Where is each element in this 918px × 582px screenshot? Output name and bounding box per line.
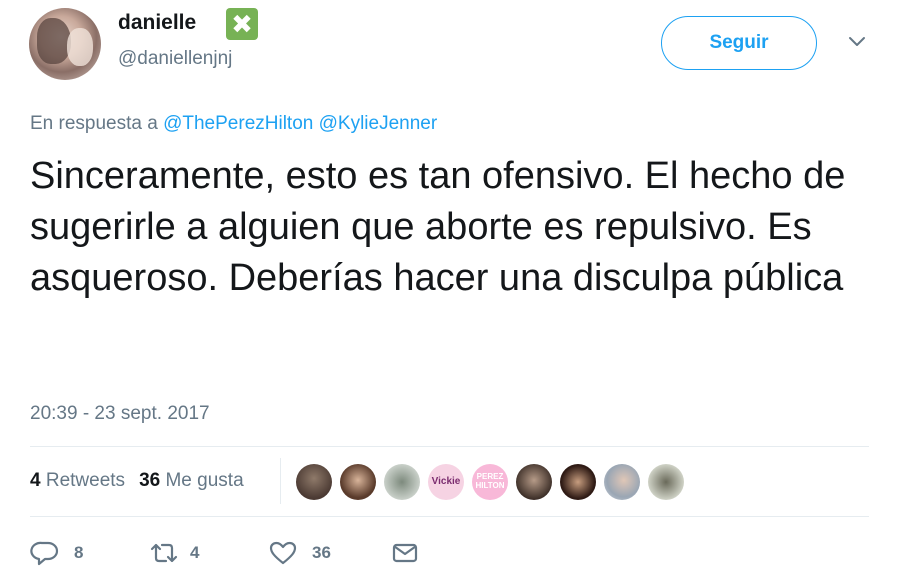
liker-avatar[interactable]: PEREZ HILTON bbox=[472, 464, 508, 500]
divider bbox=[280, 458, 281, 504]
likes-count: 36 bbox=[139, 470, 161, 491]
liker-avatars: Vickie PEREZ HILTON bbox=[296, 464, 684, 500]
liker-avatar[interactable] bbox=[516, 464, 552, 500]
likes-stat-link[interactable]: 36 Me gusta bbox=[139, 470, 244, 492]
liker-avatar[interactable] bbox=[648, 464, 684, 500]
author-avatar[interactable] bbox=[29, 8, 101, 80]
like-button[interactable]: 36 bbox=[268, 540, 390, 566]
mention-link[interactable]: @KylieJenner bbox=[319, 113, 438, 134]
retweets-stat-link[interactable]: 4 Retweets bbox=[30, 470, 125, 492]
tweet-actions: 8 4 36 bbox=[30, 540, 420, 566]
envelope-icon bbox=[390, 540, 420, 566]
liker-avatar[interactable]: Vickie bbox=[428, 464, 464, 500]
liker-avatar[interactable] bbox=[340, 464, 376, 500]
retweet-button[interactable]: 4 bbox=[148, 540, 268, 566]
author-handle[interactable]: @daniellenjnj bbox=[118, 48, 232, 70]
reply-count: 8 bbox=[74, 543, 84, 562]
author-display-name[interactable]: danielle bbox=[118, 11, 196, 35]
liker-avatar[interactable] bbox=[384, 464, 420, 500]
mention-link[interactable]: @ThePerezHilton bbox=[163, 113, 313, 134]
retweet-icon bbox=[148, 540, 180, 566]
retweet-count: 4 bbox=[190, 543, 200, 562]
heart-icon bbox=[268, 540, 298, 566]
chevron-down-icon[interactable] bbox=[846, 30, 868, 52]
cross-mark-emoji-icon: ✖ bbox=[226, 8, 258, 40]
divider bbox=[30, 516, 869, 517]
follow-button[interactable]: Seguir bbox=[661, 16, 817, 70]
reply-context: En respuesta a @ThePerezHilton @KylieJen… bbox=[30, 113, 437, 135]
tweet-stats: 4 Retweets 36 Me gusta bbox=[30, 470, 244, 492]
tweet-text: Sinceramente, esto es tan ofensivo. El h… bbox=[30, 155, 846, 299]
retweets-label: Retweets bbox=[45, 470, 126, 491]
liker-avatar[interactable] bbox=[604, 464, 640, 500]
like-count: 36 bbox=[312, 543, 331, 562]
avatar-shape bbox=[37, 18, 71, 64]
reply-prefix: En respuesta a bbox=[30, 113, 158, 134]
avatar-shape bbox=[67, 28, 93, 66]
liker-avatar[interactable] bbox=[560, 464, 596, 500]
likes-label: Me gusta bbox=[165, 470, 244, 491]
reply-button[interactable]: 8 bbox=[30, 540, 148, 566]
tweet-timestamp[interactable]: 20:39 - 23 sept. 2017 bbox=[30, 403, 210, 425]
retweets-count: 4 bbox=[30, 470, 41, 491]
divider bbox=[30, 446, 869, 447]
liker-avatar[interactable] bbox=[296, 464, 332, 500]
reply-icon bbox=[30, 540, 60, 566]
direct-message-button[interactable] bbox=[390, 540, 420, 566]
